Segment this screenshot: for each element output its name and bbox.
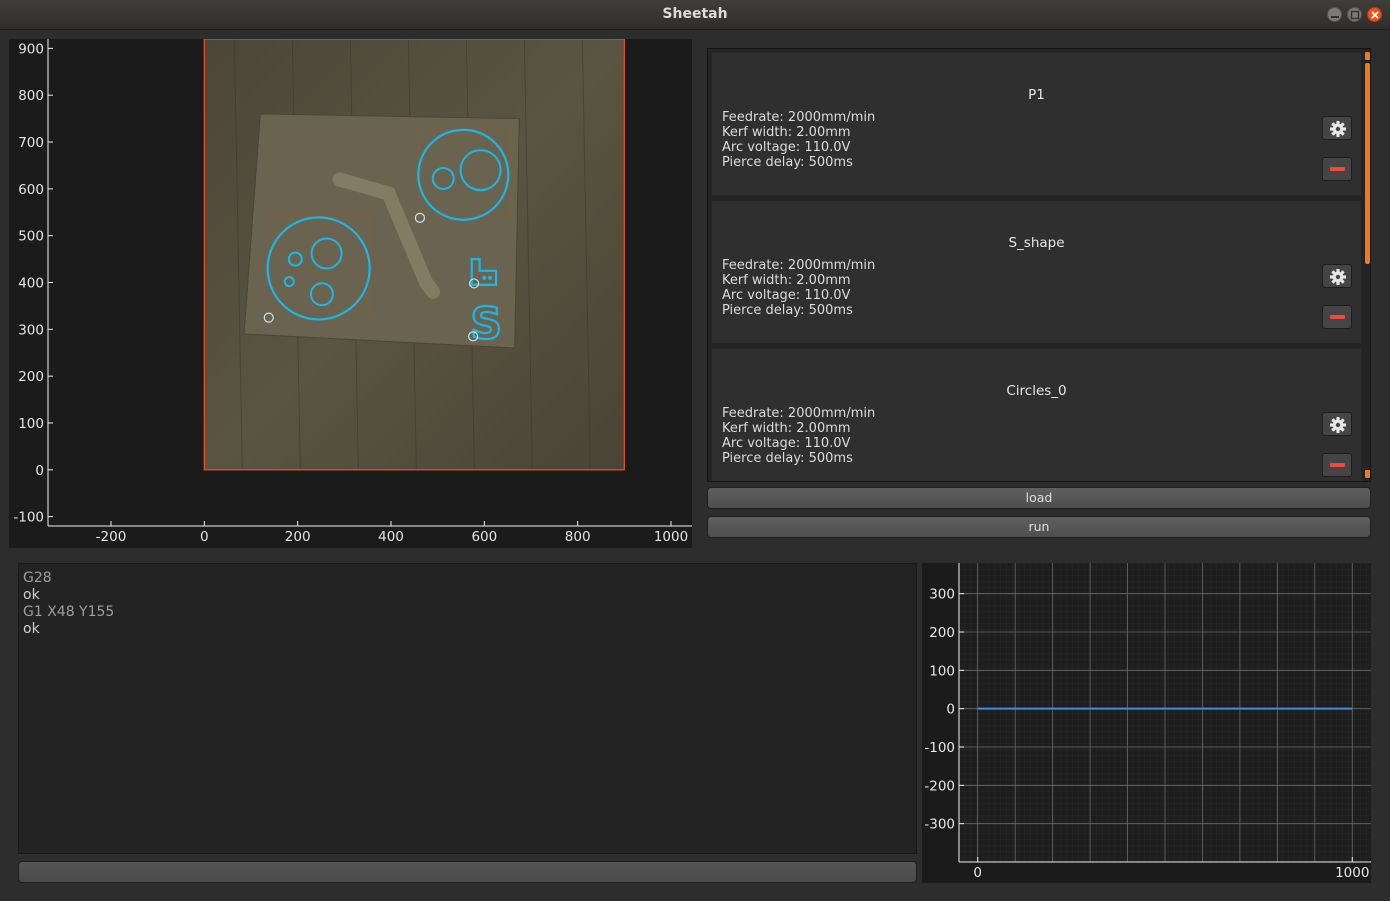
minimize-button[interactable] (1327, 7, 1342, 22)
y-tick-label: -300 (924, 817, 955, 833)
job-remove-button[interactable] (1322, 305, 1352, 329)
job-name: S_shape (1008, 235, 1065, 251)
job-feedrate: Feedrate: 2000mm/min (722, 110, 876, 125)
job-settings-button[interactable] (1322, 412, 1352, 436)
job-arc-voltage: Arc voltage: 110.0V (722, 436, 851, 451)
job-name: Circles_0 (1006, 383, 1067, 399)
job-remove-button[interactable] (1322, 453, 1352, 477)
y-tick-label: 300 (929, 587, 955, 603)
y-tick-label: 0 (35, 463, 44, 479)
console-line: G28 (23, 570, 52, 586)
contour-s-shape: S (470, 299, 502, 350)
job-pierce-delay: Pierce delay: 500ms (722, 303, 853, 318)
x-tick-label: 400 (378, 529, 404, 545)
minimize-icon (1331, 16, 1339, 18)
maximize-icon (1350, 10, 1360, 20)
job-kerf-width: Kerf width: 2.00mm (722, 421, 851, 436)
window-title: Sheetah (662, 6, 728, 22)
gear-icon (1330, 417, 1346, 433)
signal-plot[interactable]: 300 200 100 0 -100 -200 -300 0 1000 (922, 563, 1371, 883)
console-line: G1 X48 Y155 (23, 604, 115, 620)
minus-icon (1330, 315, 1345, 319)
gcode-console[interactable]: G28 ok G1 X48 Y155 ok (18, 563, 917, 854)
job-pierce-delay: Pierce delay: 500ms (722, 155, 853, 170)
minus-icon (1330, 463, 1345, 467)
job-settings-button[interactable] (1322, 116, 1352, 140)
x-tick-label: 600 (471, 529, 497, 545)
y-tick-label: 0 (946, 702, 955, 718)
contour-dot (487, 275, 492, 280)
gear-icon (1330, 121, 1346, 137)
workspace-plot[interactable]: S -200 0 200 400 600 800 1000 900 800 700 600 500 400… (9, 39, 692, 548)
y-tick-label: 200 (18, 369, 44, 385)
x-tick-label: 200 (285, 529, 311, 545)
y-tick-label: 600 (18, 182, 44, 198)
close-button[interactable] (1367, 7, 1382, 22)
y-tick-label: -200 (924, 778, 955, 794)
x-tick-label: -200 (96, 529, 127, 545)
x-tick-label: 0 (973, 865, 982, 881)
x-tick-label: 1000 (654, 529, 688, 545)
job-card[interactable]: S_shape Feedrate: 2000mm/min Kerf width: 2… (711, 200, 1362, 344)
scrollbar-thumb[interactable] (1365, 63, 1370, 264)
y-tick-label: 800 (18, 88, 44, 104)
progress-bar (18, 861, 917, 883)
y-tick-label: -100 (924, 740, 955, 756)
y-tick-label: -100 (13, 510, 44, 526)
load-button[interactable]: load (707, 487, 1371, 509)
job-card[interactable]: Circles_0 Feedrate: 2000mm/min Kerf width:… (711, 348, 1362, 481)
job-kerf-width: Kerf width: 2.00mm (722, 273, 851, 288)
workspace-plot-canvas[interactable]: S-200 0 200 400 600 800 1000900800700600500400… (9, 39, 692, 548)
title-bar: Sheetah (0, 0, 1390, 30)
job-kerf-width: Kerf width: 2.00mm (722, 125, 851, 140)
minus-icon (1330, 167, 1345, 171)
y-tick-label: 200 (929, 625, 955, 641)
y-tick-label: 700 (18, 135, 44, 151)
console-line: ok (23, 621, 40, 637)
y-tick-label: 100 (18, 416, 44, 432)
x-tick-label: 1000 (1335, 865, 1369, 881)
job-list-scrollbar[interactable] (1364, 49, 1370, 481)
close-icon (1371, 11, 1379, 19)
y-tick-label: 100 (929, 663, 955, 679)
y-tick-label: 400 (18, 276, 44, 292)
y-tick-label: 300 (18, 322, 44, 338)
job-feedrate: Feedrate: 2000mm/min (722, 406, 876, 421)
y-tick-label: 500 (18, 229, 44, 245)
job-arc-voltage: Arc voltage: 110.0V (722, 140, 851, 155)
gear-icon (1330, 269, 1346, 285)
scroll-down-arrow-icon[interactable] (1365, 470, 1370, 478)
console-line: ok (23, 587, 40, 603)
y-tick-label: 900 (18, 41, 44, 57)
run-button[interactable]: run (707, 516, 1371, 538)
job-list[interactable]: P1 Feedrate: 2000mm/min Kerf width: 2.00mm… (707, 48, 1371, 482)
signal-plot-canvas[interactable]: 3002001000-100-200-3000 1000 (922, 563, 1371, 883)
job-remove-button[interactable] (1322, 157, 1352, 181)
x-tick-label: 0 (200, 529, 209, 545)
job-arc-voltage: Arc voltage: 110.0V (722, 288, 851, 303)
job-pierce-delay: Pierce delay: 500ms (722, 451, 853, 466)
job-feedrate: Feedrate: 2000mm/min (722, 258, 876, 273)
maximize-button[interactable] (1347, 7, 1362, 22)
contour-dot (482, 275, 487, 280)
job-card[interactable]: P1 Feedrate: 2000mm/min Kerf width: 2.00mm… (711, 52, 1362, 196)
x-tick-label: 800 (565, 529, 591, 545)
scroll-up-arrow-icon[interactable] (1365, 52, 1370, 60)
job-name: P1 (1028, 87, 1045, 103)
job-settings-button[interactable] (1322, 264, 1352, 288)
